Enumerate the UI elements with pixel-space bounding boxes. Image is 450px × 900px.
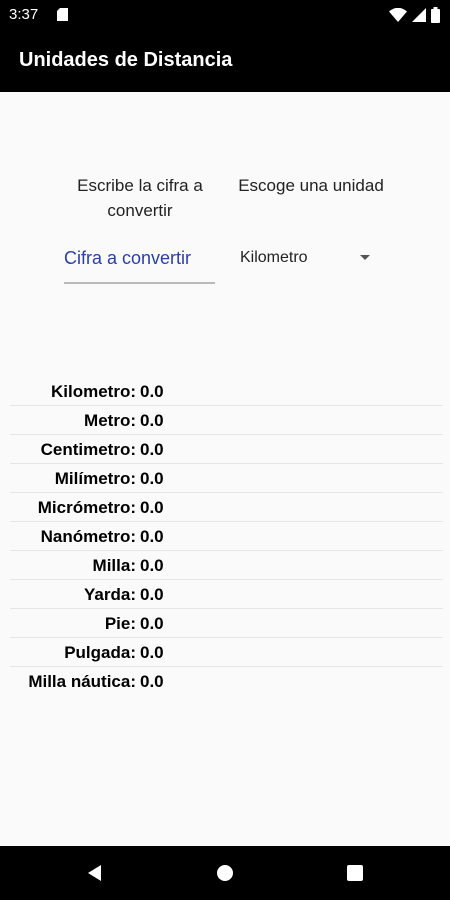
result-value: 0.0	[140, 498, 164, 517]
result-row-kilometro: Kilometro: 0.0	[10, 377, 443, 406]
amount-input-placeholder: Cifra a convertir	[64, 248, 192, 268]
status-bar: 3:37	[0, 0, 450, 30]
app-bar: Unidades de Distancia	[0, 30, 450, 92]
results-list: Kilometro: 0.0 Metro: 0.0 Centimetro: 0.…	[10, 377, 443, 696]
result-value: 0.0	[140, 556, 164, 575]
result-value: 0.0	[140, 585, 164, 604]
result-value: 0.0	[140, 382, 164, 401]
status-icons	[389, 7, 440, 23]
result-label: Centimetro:	[40, 440, 136, 459]
cell-signal-icon	[412, 8, 426, 22]
result-row-centimetro: Centimetro: 0.0	[10, 435, 443, 464]
result-label: Milímetro:	[54, 469, 136, 488]
result-label: Kilometro:	[51, 382, 136, 401]
result-label: Micrómetro:	[37, 498, 136, 517]
result-value: 0.0	[140, 469, 164, 488]
result-label: Pie:	[104, 614, 136, 633]
navigation-bar	[0, 846, 450, 900]
result-label: Milla:	[92, 556, 136, 575]
result-row-nanometro: Nanómetro: 0.0	[10, 522, 443, 551]
unit-spinner-value: Kilometro	[240, 249, 308, 266]
result-row-metro: Metro: 0.0	[10, 406, 443, 435]
result-value: 0.0	[140, 440, 164, 459]
result-value: 0.0	[140, 614, 164, 633]
status-time: 3:37	[9, 6, 39, 23]
result-row-micrometro: Micrómetro: 0.0	[10, 493, 443, 522]
result-value: 0.0	[140, 643, 164, 662]
result-row-pulgada: Pulgada: 0.0	[10, 638, 443, 667]
result-label: Nanómetro:	[40, 527, 136, 546]
result-row-milimetro: Milímetro: 0.0	[10, 464, 443, 493]
battery-icon	[431, 7, 440, 23]
home-icon[interactable]	[215, 863, 235, 883]
app-title: Unidades de Distancia	[19, 49, 233, 71]
result-value: 0.0	[140, 527, 164, 546]
result-row-pie: Pie: 0.0	[10, 609, 443, 638]
unit-spinner[interactable]: Kilometro	[232, 244, 378, 274]
result-row-yarda: Yarda: 0.0	[10, 580, 443, 609]
result-row-milla: Milla: 0.0	[10, 551, 443, 580]
back-icon[interactable]	[85, 863, 105, 883]
result-row-milla-nautica: Milla náutica: 0.0	[10, 667, 443, 696]
dropdown-arrow-icon	[360, 255, 370, 260]
result-label: Yarda:	[84, 585, 136, 604]
enter-amount-prompt: Escribe la cifra a convertir	[77, 176, 203, 220]
result-label: Metro:	[84, 411, 136, 430]
result-value: 0.0	[140, 672, 164, 691]
sd-card-icon	[57, 8, 68, 21]
result-label: Milla náutica:	[28, 672, 136, 691]
amount-input[interactable]: Cifra a convertir	[64, 244, 215, 284]
result-label: Pulgada:	[64, 643, 136, 662]
wifi-icon	[389, 8, 407, 22]
choose-unit-prompt: Escoge una unidad	[238, 176, 384, 195]
result-value: 0.0	[140, 411, 164, 430]
recents-icon[interactable]	[345, 863, 365, 883]
